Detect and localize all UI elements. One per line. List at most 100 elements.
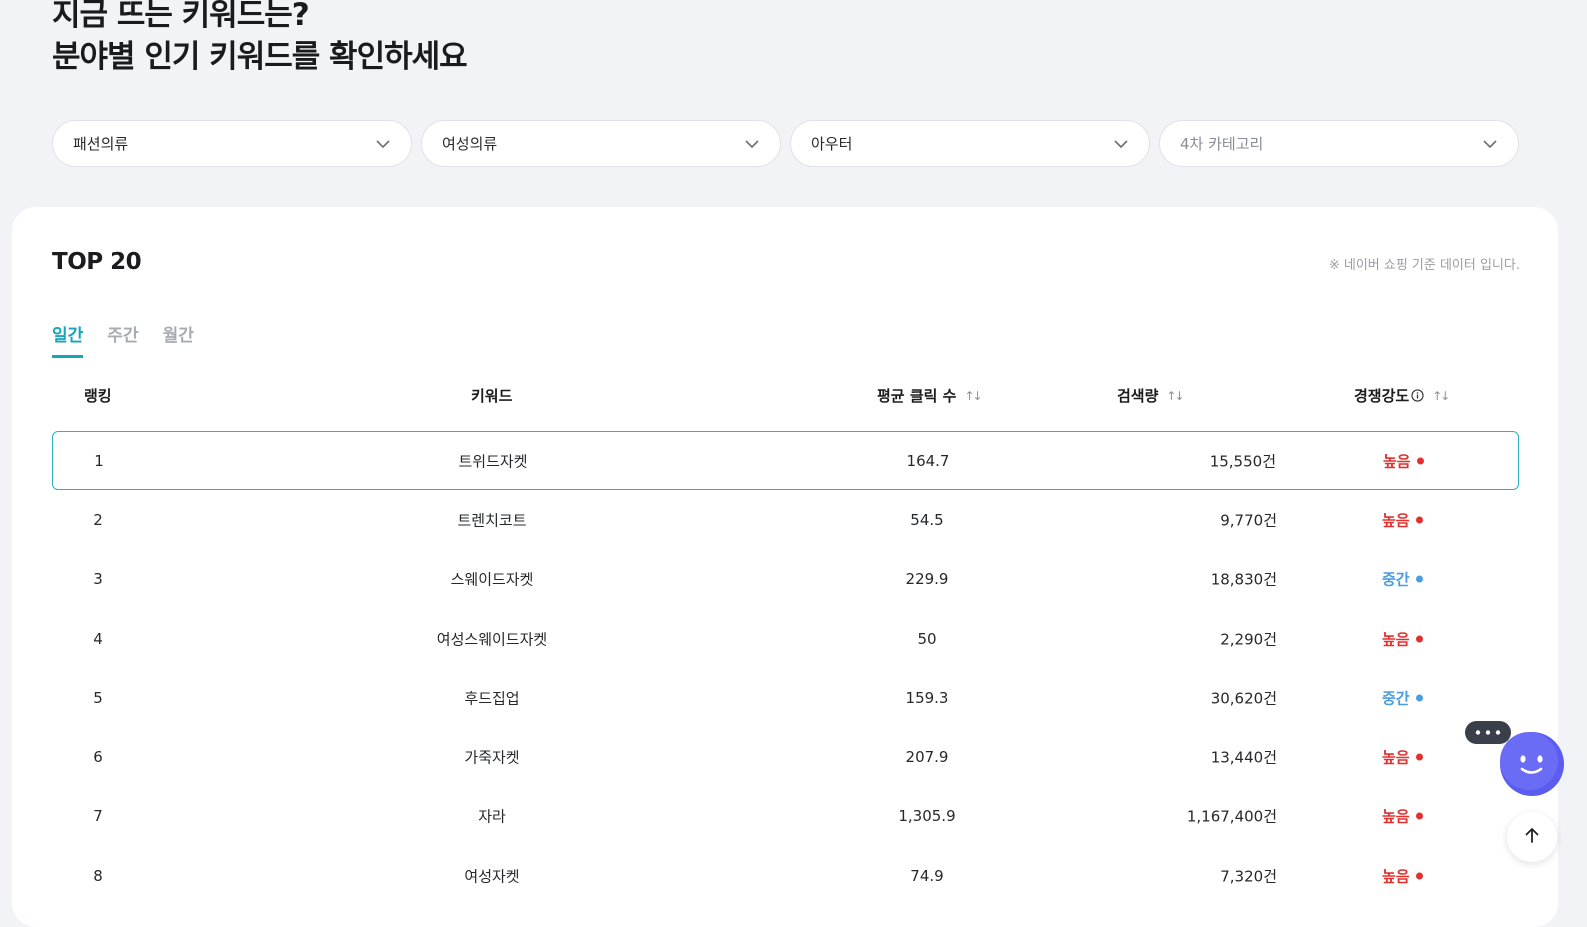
header-rank: 랭킹 (84, 385, 112, 406)
arrow-up-icon (1523, 826, 1541, 848)
table-row[interactable]: 6 가죽자켓 207.9 13,440건 높음 (52, 727, 1519, 786)
header-clicks-label: 평균 클릭 수 (877, 387, 957, 405)
cell-search: 30,620건 (1210, 689, 1277, 708)
competition-dot (1415, 812, 1423, 820)
card-title: TOP 20 (52, 249, 142, 275)
cell-competition: 높음 (1382, 806, 1423, 827)
chatbot-launcher[interactable] (1463, 718, 1573, 804)
category-select-1[interactable]: 패션의류 (52, 120, 412, 167)
table-row[interactable]: 5 후드집업 159.3 30,620건 중간 (52, 668, 1519, 727)
cell-rank: 2 (93, 510, 103, 529)
table-row[interactable]: 1 트위드자켓 164.7 15,550건 높음 (52, 431, 1519, 491)
info-icon[interactable] (1411, 389, 1424, 402)
cell-competition: 중간 (1382, 569, 1423, 590)
category-select-placeholder: 4차 카테고리 (1180, 135, 1264, 153)
competition-label: 중간 (1382, 570, 1410, 589)
cell-keyword: 후드집업 (464, 689, 520, 708)
category-select-value: 여성의류 (442, 135, 498, 153)
cell-clicks: 229.9 (905, 570, 949, 589)
competition-label: 높음 (1382, 630, 1410, 649)
chatbot-face-icon (1500, 732, 1564, 796)
competition-label: 높음 (1382, 511, 1410, 530)
header-keyword-label: 키워드 (471, 387, 513, 405)
tab-daily[interactable]: 일간 (52, 321, 84, 358)
header-clicks: 평균 클릭 수 ↑↓ (877, 385, 983, 406)
cell-clicks: 54.5 (910, 510, 944, 529)
chat-bubble-icon (1465, 721, 1511, 744)
chevron-down-icon (1482, 136, 1498, 152)
headline-line-1: 지금 뜨는 키워드는? (52, 0, 310, 33)
headline-line-2: 분야별 인기 키워드를 확인하세요 (52, 39, 468, 75)
cell-rank: 7 (93, 807, 103, 826)
cell-search: 15,550건 (1209, 452, 1276, 471)
cell-competition: 높음 (1382, 509, 1423, 530)
cell-keyword: 자라 (478, 807, 506, 826)
header-keyword: 키워드 (471, 385, 512, 406)
cell-clicks: 1,305.9 (898, 807, 956, 826)
category-select-3[interactable]: 아우터 (790, 120, 1150, 167)
cell-competition: 높음 (1382, 865, 1423, 886)
sort-arrows-icon[interactable]: ↑↓ (1166, 389, 1184, 403)
competition-dot (1415, 575, 1423, 583)
cell-search: 1,167,400건 (1186, 807, 1277, 826)
cell-keyword: 스웨이드자켓 (450, 570, 534, 589)
competition-label: 높음 (1383, 452, 1411, 471)
cell-search: 2,290건 (1220, 630, 1277, 649)
cell-keyword: 여성스웨이드자켓 (436, 630, 548, 649)
cell-competition: 중간 (1382, 687, 1423, 708)
category-select-4[interactable]: 4차 카테고리 (1159, 120, 1519, 167)
scroll-to-top-button[interactable] (1507, 812, 1557, 862)
competition-dot (1415, 635, 1423, 643)
data-source-note: ※ 네이버 쇼핑 기준 데이터 입니다. (1328, 258, 1520, 273)
cell-search: 7,320건 (1220, 867, 1277, 886)
cell-keyword: 여성자켓 (464, 867, 520, 886)
chevron-down-icon (744, 136, 760, 152)
cell-search: 13,440건 (1210, 748, 1277, 767)
cell-rank: 4 (93, 629, 103, 648)
table-row[interactable]: 7 자라 1,305.9 1,167,400건 높음 (52, 787, 1519, 846)
chevron-down-icon (375, 136, 391, 152)
competition-dot (1416, 457, 1424, 465)
top-keywords-card: TOP 20 ※ 네이버 쇼핑 기준 데이터 입니다. 일간 주간 월간 랭킹 … (12, 207, 1558, 927)
category-select-value: 아우터 (811, 135, 853, 153)
competition-dot (1415, 753, 1423, 761)
cell-competition: 높음 (1382, 628, 1423, 649)
keyword-table: 1 트위드자켓 164.7 15,550건 높음 2 트렌치코트 54.5 9,… (52, 431, 1519, 905)
header-search-label: 검색량 (1117, 387, 1159, 405)
tab-monthly[interactable]: 월간 (163, 321, 194, 358)
tab-weekly[interactable]: 주간 (107, 321, 138, 358)
cell-rank: 6 (93, 748, 103, 767)
competition-label: 높음 (1382, 867, 1410, 886)
period-tabs: 일간 주간 월간 (52, 321, 194, 358)
competition-dot (1415, 694, 1423, 702)
cell-rank: 8 (93, 866, 103, 885)
cell-clicks: 159.3 (905, 688, 949, 707)
header-rank-label: 랭킹 (84, 387, 112, 405)
cell-keyword: 트위드자켓 (458, 452, 528, 471)
cell-clicks: 164.7 (906, 451, 950, 470)
header-competition-label: 경쟁강도 (1354, 387, 1410, 405)
table-row[interactable]: 8 여성자켓 74.9 7,320건 높음 (52, 846, 1519, 905)
cell-clicks: 50 (917, 629, 937, 648)
cell-keyword: 트렌치코트 (457, 511, 527, 530)
cell-rank: 3 (93, 570, 103, 589)
table-header: 랭킹 키워드 평균 클릭 수 ↑↓ 검색량 ↑↓ 경쟁강도 ↑↓ (52, 385, 1519, 409)
competition-label: 높음 (1382, 748, 1410, 767)
category-filters: 패션의류 여성의류 아우터 4차 카테고리 (52, 120, 1519, 167)
category-select-2[interactable]: 여성의류 (421, 120, 781, 167)
header-search: 검색량 ↑↓ (1117, 385, 1185, 406)
sort-arrows-icon[interactable]: ↑↓ (964, 389, 982, 403)
cell-competition: 높음 (1383, 450, 1424, 471)
sort-arrows-icon[interactable]: ↑↓ (1432, 389, 1450, 403)
cell-competition: 높음 (1382, 747, 1423, 768)
table-row[interactable]: 4 여성스웨이드자켓 50 2,290건 높음 (52, 609, 1519, 668)
table-row[interactable]: 3 스웨이드자켓 229.9 18,830건 중간 (52, 550, 1519, 609)
cell-rank: 5 (93, 688, 103, 707)
header-competition: 경쟁강도 ↑↓ (1354, 385, 1450, 406)
cell-search: 18,830건 (1210, 570, 1277, 589)
competition-dot (1415, 516, 1423, 524)
competition-dot (1415, 872, 1423, 880)
page-headline: 지금 뜨는 키워드는? 분야별 인기 키워드를 확인하세요 (52, 0, 468, 78)
cell-rank: 1 (94, 451, 104, 470)
table-row[interactable]: 2 트렌치코트 54.5 9,770건 높음 (52, 490, 1519, 549)
